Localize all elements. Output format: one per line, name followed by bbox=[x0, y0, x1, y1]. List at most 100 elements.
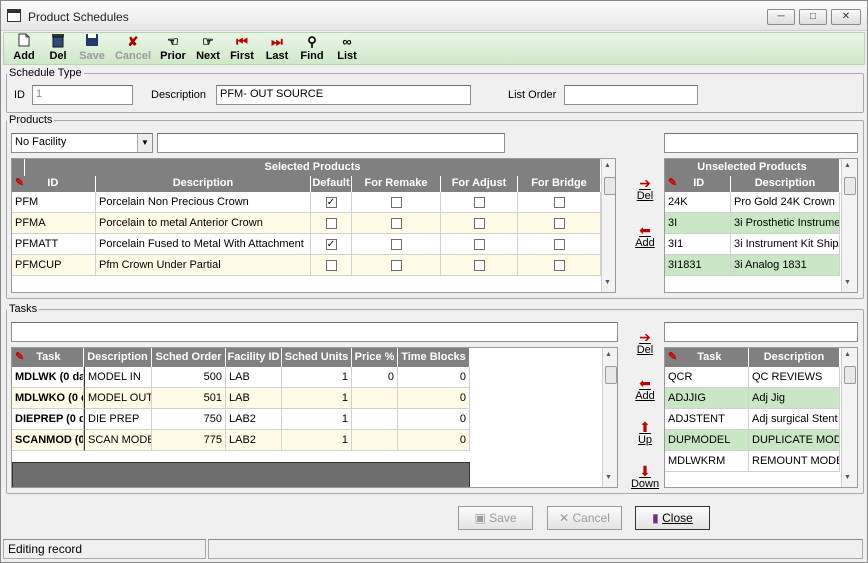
first-toolbar-button[interactable]: ⏮ First bbox=[227, 33, 257, 66]
default-checkbox[interactable] bbox=[325, 218, 337, 229]
unselected-tasks-filter-input[interactable] bbox=[664, 322, 858, 342]
table-row[interactable]: PFM Porcelain Non Precious Crown ✓ bbox=[12, 192, 601, 213]
unsel-header-description[interactable]: Description bbox=[731, 176, 840, 192]
task-header-sched-order[interactable]: Sched Order bbox=[152, 348, 226, 367]
header-id[interactable]: ✎ ID bbox=[12, 176, 96, 192]
list-item[interactable]: 3I13i Instrument Kit Ship/Ins bbox=[665, 234, 840, 255]
products-del-button[interactable]: ➔ Del bbox=[631, 176, 659, 202]
unselected-products-filter-input[interactable] bbox=[664, 133, 858, 153]
table-row[interactable]: MDLWKO (0 d MODEL OUT 501 LAB 1 0 bbox=[12, 388, 470, 409]
task-header-sched-units[interactable]: Sched Units bbox=[282, 348, 352, 367]
list-item[interactable]: ADJJIG Adj Jig bbox=[665, 388, 840, 409]
task-header-time-blocks[interactable]: Time Blocks bbox=[398, 348, 470, 367]
list-item[interactable]: QCR QC REVIEWS bbox=[665, 367, 840, 388]
last-toolbar-button[interactable]: ⏭ Last bbox=[262, 33, 292, 66]
maximize-button[interactable]: □ bbox=[799, 9, 827, 25]
cancel-button[interactable]: ✕ Cancel bbox=[547, 506, 622, 530]
tasks-up-button[interactable]: ⬆ Up bbox=[631, 420, 659, 446]
bridge-checkbox[interactable] bbox=[553, 239, 565, 250]
task-header-task[interactable]: ✎ Task bbox=[12, 348, 84, 367]
find-toolbar-button[interactable]: ⚲ Find bbox=[298, 33, 326, 66]
cell-checkbox bbox=[441, 255, 518, 276]
remake-checkbox[interactable] bbox=[390, 239, 402, 250]
unsel-task-header-description[interactable]: Description bbox=[749, 348, 840, 367]
table-row[interactable]: MDLWK (0 da MODEL IN 500 LAB 1 0 0 bbox=[12, 367, 470, 388]
selected-products-scrollbar[interactable]: ▲ ▼ bbox=[601, 159, 615, 292]
list-order-field[interactable] bbox=[564, 85, 698, 105]
task-header-description[interactable]: Description bbox=[84, 348, 152, 367]
task-header-facility-id[interactable]: Facility ID bbox=[226, 348, 282, 367]
save-toolbar-button[interactable]: Save bbox=[77, 33, 107, 66]
remake-checkbox[interactable] bbox=[390, 260, 402, 271]
chevron-down-icon[interactable]: ▼ bbox=[137, 134, 152, 152]
list-item[interactable]: 3I1831 3i Analog 1831 bbox=[665, 255, 840, 276]
add-toolbar-button[interactable]: Add bbox=[10, 33, 38, 66]
default-checkbox[interactable] bbox=[325, 260, 337, 271]
products-filter-input[interactable] bbox=[157, 133, 505, 153]
cell-checkbox bbox=[441, 234, 518, 255]
bridge-checkbox[interactable] bbox=[553, 260, 565, 271]
scroll-thumb[interactable] bbox=[604, 177, 615, 195]
save-button[interactable]: ▣ Save bbox=[458, 506, 533, 530]
remake-checkbox[interactable] bbox=[390, 218, 402, 229]
scroll-thumb[interactable] bbox=[844, 366, 856, 384]
table-row[interactable]: PFMCUP Pfm Crown Under Partial bbox=[12, 255, 601, 276]
unselected-products-scrollbar[interactable]: ▲ ▼ bbox=[841, 159, 857, 292]
close-button[interactable]: ▮ Close bbox=[635, 506, 710, 530]
cell-task: MDLWKRM bbox=[665, 451, 749, 472]
next-toolbar-button[interactable]: ☞ Next bbox=[193, 33, 223, 66]
adjust-checkbox[interactable] bbox=[473, 260, 485, 271]
tasks-del-button[interactable]: ➔ Del bbox=[631, 330, 659, 356]
list-item[interactable]: 3I 3i Prosthetic Instrument bbox=[665, 213, 840, 234]
table-row[interactable]: PFMA Porcelain to metal Anterior Crown bbox=[12, 213, 601, 234]
bridge-checkbox[interactable] bbox=[553, 218, 565, 229]
default-checkbox[interactable]: ✓ bbox=[325, 239, 337, 250]
scroll-thumb[interactable] bbox=[844, 177, 856, 195]
header-description[interactable]: Description bbox=[96, 176, 311, 192]
unselected-tasks-scrollbar[interactable]: ▲ ▼ bbox=[841, 348, 857, 487]
scroll-down-icon[interactable]: ▼ bbox=[844, 279, 851, 286]
adjust-checkbox[interactable] bbox=[473, 239, 485, 250]
cancel-toolbar-button[interactable]: ✘ Cancel bbox=[112, 33, 154, 66]
prior-toolbar-button[interactable]: ☜ Prior bbox=[157, 33, 189, 66]
scroll-thumb[interactable] bbox=[605, 366, 617, 384]
header-for-bridge[interactable]: For Bridge bbox=[518, 176, 601, 192]
scroll-up-icon[interactable]: ▲ bbox=[844, 351, 851, 358]
table-row[interactable]: PFMATT Porcelain Fused to Metal With Atta… bbox=[12, 234, 601, 255]
description-field[interactable]: PFM- OUT SOURCE bbox=[216, 85, 471, 105]
tasks-add-button[interactable]: ⬅ Add bbox=[631, 376, 659, 402]
tasks-scrollbar[interactable]: ▲ ▼ bbox=[602, 348, 617, 487]
adjust-checkbox[interactable] bbox=[473, 218, 485, 229]
remake-checkbox[interactable] bbox=[390, 197, 402, 208]
adjust-checkbox[interactable] bbox=[473, 197, 485, 208]
header-for-adjust[interactable]: For Adjust bbox=[441, 176, 518, 192]
minimize-button[interactable]: ─ bbox=[767, 9, 795, 25]
list-toolbar-button[interactable]: ∞ List bbox=[334, 33, 360, 66]
scroll-down-icon[interactable]: ▼ bbox=[605, 474, 612, 481]
products-add-button[interactable]: ⬅ Add bbox=[631, 223, 659, 249]
del-toolbar-button[interactable]: Del bbox=[44, 33, 72, 66]
header-for-remake[interactable]: For Remake bbox=[352, 176, 441, 192]
scroll-up-icon[interactable]: ▲ bbox=[604, 162, 611, 169]
table-row[interactable]: SCANMOD (0SCAN MODEL775LAB21 0 bbox=[12, 430, 470, 451]
header-default[interactable]: Default bbox=[311, 176, 352, 192]
list-item[interactable]: ADJSTENT Adj surgical Stent bbox=[665, 409, 840, 430]
scroll-up-icon[interactable]: ▲ bbox=[605, 351, 612, 358]
bridge-checkbox[interactable] bbox=[553, 197, 565, 208]
close-window-button[interactable]: ✕ bbox=[831, 9, 861, 25]
task-header-price[interactable]: Price % bbox=[352, 348, 398, 367]
unsel-header-id[interactable]: ✎ ID bbox=[665, 176, 731, 192]
scroll-down-icon[interactable]: ▼ bbox=[844, 474, 851, 481]
table-row[interactable]: DIEPREP (0 daDIE PREP750LAB21 0 bbox=[12, 409, 470, 430]
id-field[interactable]: 1 bbox=[32, 85, 133, 105]
default-checkbox[interactable]: ✓ bbox=[325, 197, 337, 208]
facility-select[interactable]: No Facility ▼ bbox=[11, 133, 153, 153]
scroll-up-icon[interactable]: ▲ bbox=[844, 162, 851, 169]
unsel-task-header-task[interactable]: ✎ Task bbox=[665, 348, 749, 367]
list-item[interactable]: 24K Pro Gold 24K Crown bbox=[665, 192, 840, 213]
tasks-down-button[interactable]: ⬇ Down bbox=[627, 464, 663, 492]
tasks-filter-input[interactable] bbox=[11, 322, 618, 342]
scroll-down-icon[interactable]: ▼ bbox=[604, 279, 611, 286]
list-item[interactable]: DUPMODELDUPLICATE MODEL bbox=[665, 430, 840, 451]
list-item[interactable]: MDLWKRM REMOUNT MODEL bbox=[665, 451, 840, 472]
